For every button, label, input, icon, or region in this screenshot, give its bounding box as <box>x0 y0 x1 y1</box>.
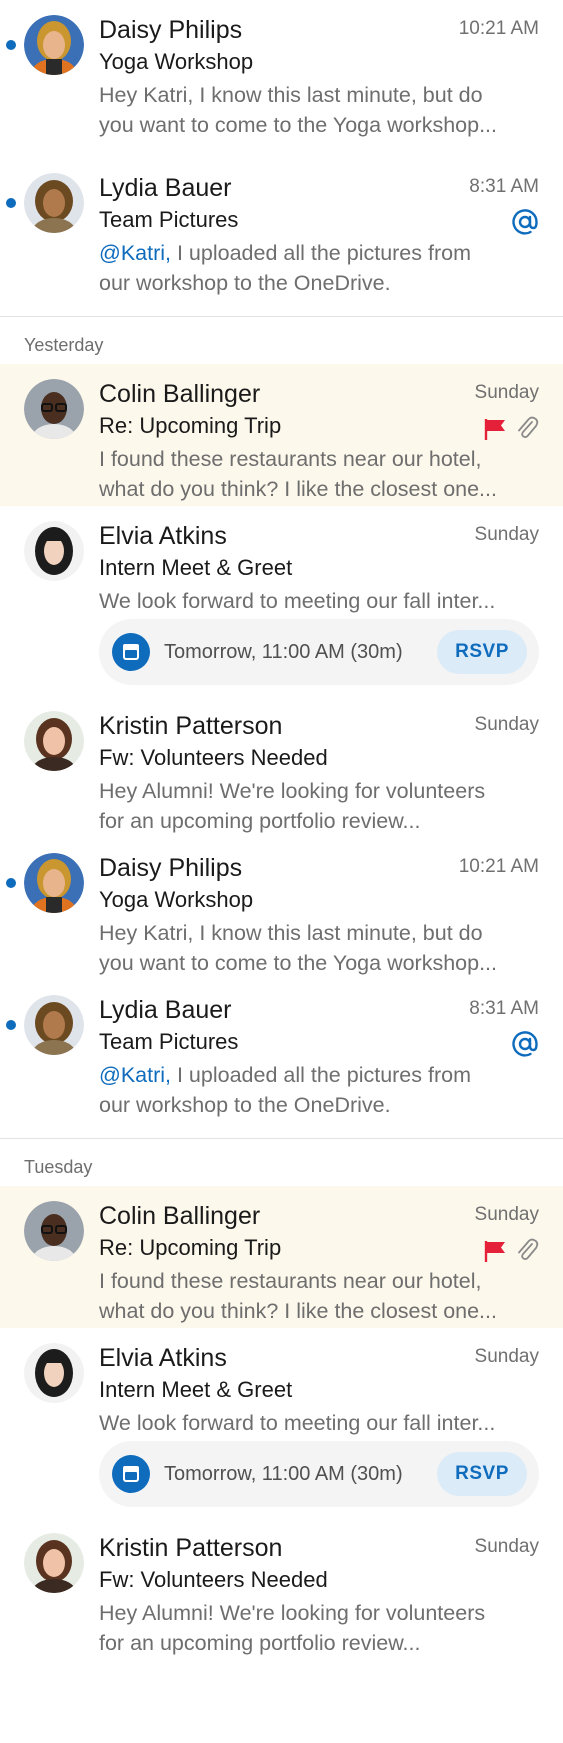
message-row[interactable]: Colin Ballinger Sunday Re: Upcoming Trip… <box>0 1186 563 1328</box>
mention-text[interactable]: @Katri, <box>99 241 171 265</box>
message-time: 8:31 AM <box>469 998 539 1019</box>
message-preview: Hey Katri, I know this last minute, but … <box>99 83 498 137</box>
rsvp-button[interactable]: RSVP <box>437 630 527 674</box>
avatar <box>24 1201 84 1261</box>
message-subject: Intern Meet & Greet <box>99 1377 293 1402</box>
message-subject: Yoga Workshop <box>99 49 254 74</box>
avatar <box>24 711 84 771</box>
message-time: Sunday <box>474 524 539 545</box>
calendar-icon <box>112 1455 150 1493</box>
message-preview: We look forward to meeting our fall inte… <box>99 589 496 613</box>
message-subject: Re: Upcoming Trip <box>99 1235 282 1260</box>
sender-name: Lydia Bauer <box>99 996 232 1024</box>
message-time: 8:31 AM <box>469 176 539 197</box>
unread-indicator <box>6 40 16 50</box>
message-row[interactable]: Elvia Atkins Sunday Intern Meet & Greet … <box>0 506 563 696</box>
section-header-yesterday: Yesterday <box>0 316 563 364</box>
sender-name: Lydia Bauer <box>99 174 232 202</box>
sender-name: Colin Ballinger <box>99 380 261 408</box>
event-card[interactable]: Tomorrow, 11:00 AM (30m) RSVP <box>99 619 539 685</box>
rsvp-button[interactable]: RSVP <box>437 1452 527 1496</box>
message-row[interactable]: Elvia Atkins Sunday Intern Meet & Greet … <box>0 1328 563 1518</box>
avatar <box>24 853 84 913</box>
message-preview: Hey Alumni! We're looking for volunteers… <box>99 779 486 833</box>
paperclip-icon <box>518 1238 539 1260</box>
message-time: Sunday <box>474 1536 539 1557</box>
avatar <box>24 995 84 1055</box>
message-time: Sunday <box>474 714 539 735</box>
message-preview: Hey Katri, I know this last minute, but … <box>99 921 498 975</box>
event-card[interactable]: Tomorrow, 11:00 AM (30m) RSVP <box>99 1441 539 1507</box>
message-preview: I found these restaurants near our hotel… <box>99 1269 497 1323</box>
avatar <box>24 15 84 75</box>
message-subject: Yoga Workshop <box>99 887 254 912</box>
at-mention-icon <box>512 1031 538 1057</box>
message-subject: Fw: Volunteers Needed <box>99 1567 328 1592</box>
message-time: Sunday <box>474 1346 539 1367</box>
message-preview: @Katri, I uploaded all the pictures from… <box>99 241 471 295</box>
message-subject: Intern Meet & Greet <box>99 555 293 580</box>
sender-name: Daisy Philips <box>99 16 243 44</box>
sender-name: Kristin Patterson <box>99 712 283 740</box>
avatar <box>24 1343 84 1403</box>
sender-name: Elvia Atkins <box>99 522 227 550</box>
message-subject: Fw: Volunteers Needed <box>99 745 328 770</box>
section-header-tuesday: Tuesday <box>0 1138 563 1186</box>
paperclip-icon <box>518 416 539 438</box>
unread-indicator <box>6 878 16 888</box>
avatar <box>24 379 84 439</box>
event-time-text: Tomorrow, 11:00 AM (30m) <box>164 1463 403 1485</box>
message-preview: Hey Alumni! We're looking for volunteers… <box>99 1601 486 1655</box>
message-time: 10:21 AM <box>458 18 539 39</box>
calendar-icon <box>112 633 150 671</box>
unread-indicator <box>6 198 16 208</box>
flag-icon[interactable] <box>483 1239 507 1263</box>
avatar <box>24 173 84 233</box>
message-row[interactable]: Colin Ballinger Sunday Re: Upcoming Trip… <box>0 364 563 506</box>
message-time: Sunday <box>474 382 539 403</box>
avatar <box>24 521 84 581</box>
message-subject: Re: Upcoming Trip <box>99 413 282 438</box>
message-subject: Team Pictures <box>99 1029 239 1054</box>
message-row[interactable]: Daisy Philips 10:21 AM Yoga Workshop Hey… <box>0 0 563 158</box>
message-row[interactable]: Kristin Patterson Sunday Fw: Volunteers … <box>0 696 563 838</box>
mention-text[interactable]: @Katri, <box>99 1063 171 1087</box>
message-preview: We look forward to meeting our fall inte… <box>99 1411 496 1435</box>
sender-name: Colin Ballinger <box>99 1202 261 1230</box>
message-row[interactable]: Lydia Bauer 8:31 AM Team Pictures @Katri… <box>0 980 563 1138</box>
flag-icon[interactable] <box>483 417 507 441</box>
message-preview: I found these restaurants near our hotel… <box>99 447 497 501</box>
sender-name: Daisy Philips <box>99 854 243 882</box>
message-time: Sunday <box>474 1204 539 1225</box>
message-time: 10:21 AM <box>458 856 539 877</box>
unread-indicator <box>6 1020 16 1030</box>
sender-name: Elvia Atkins <box>99 1344 227 1372</box>
message-row[interactable]: Kristin Patterson Sunday Fw: Volunteers … <box>0 1518 563 1660</box>
message-row[interactable]: Lydia Bauer 8:31 AM Team Pictures @Katri… <box>0 158 563 316</box>
message-preview: @Katri, I uploaded all the pictures from… <box>99 1063 471 1117</box>
avatar <box>24 1533 84 1593</box>
message-list: Daisy Philips 10:21 AM Yoga Workshop Hey… <box>0 0 563 1660</box>
at-mention-icon <box>512 209 538 235</box>
message-subject: Team Pictures <box>99 207 239 232</box>
sender-name: Kristin Patterson <box>99 1534 283 1562</box>
message-row[interactable]: Daisy Philips 10:21 AM Yoga Workshop Hey… <box>0 838 563 980</box>
event-time-text: Tomorrow, 11:00 AM (30m) <box>164 641 403 663</box>
